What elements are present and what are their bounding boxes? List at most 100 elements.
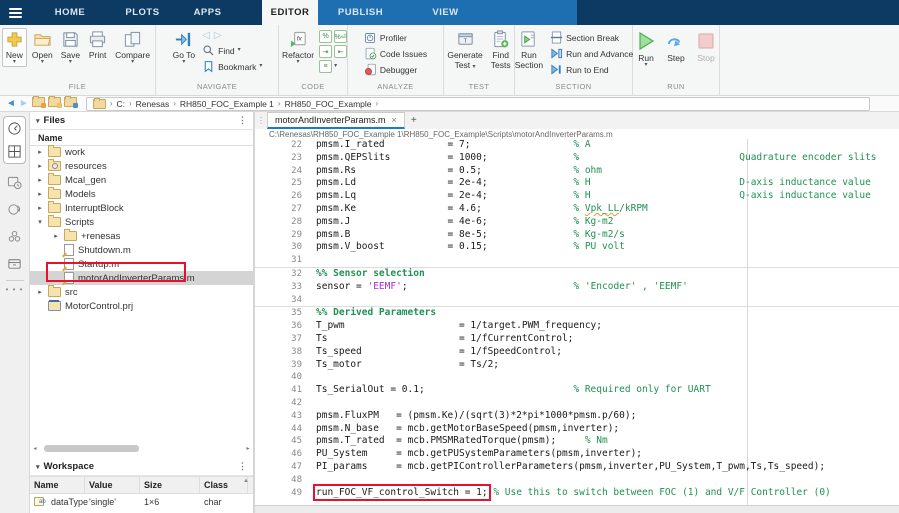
tree-item-Startup.m[interactable]: Startup.m bbox=[30, 257, 253, 271]
folder-up-icon[interactable] bbox=[48, 97, 61, 111]
code-line-48[interactable]: 48 bbox=[255, 474, 899, 487]
folder-cloud-icon[interactable] bbox=[64, 97, 77, 111]
workspace-scroll-up-icon[interactable]: ▲ bbox=[243, 478, 249, 484]
code-line-30[interactable]: 30pmsm.V_boost = 0.15; % PU volt bbox=[255, 241, 899, 254]
collapse-icon[interactable]: ▾ bbox=[36, 463, 40, 471]
expander-icon[interactable]: ▸ bbox=[36, 190, 44, 198]
generate-test-button[interactable]: T Generate Test ▾ bbox=[444, 28, 485, 72]
code-line-22[interactable]: 22pmsm.I_rated = 7; % A bbox=[255, 139, 899, 152]
code-line-40[interactable]: 40 bbox=[255, 371, 899, 384]
run-and-advance-button[interactable]: Run and Advance bbox=[548, 46, 635, 61]
code-line-39[interactable]: 39Ts_motor = Ts/2; bbox=[255, 359, 899, 372]
col-name[interactable]: Name bbox=[30, 477, 85, 493]
expander-icon[interactable]: ▸ bbox=[36, 162, 44, 170]
files-panel-header[interactable]: ▾ Files ⋮ bbox=[30, 112, 253, 130]
code-line-31[interactable]: 31 bbox=[255, 254, 899, 267]
col-value[interactable]: Value bbox=[85, 477, 140, 493]
code-line-45[interactable]: 45pmsm.T_rated = mcb.PMSMRatedTorque(pms… bbox=[255, 435, 899, 448]
tab-editor[interactable]: EDITOR bbox=[262, 0, 318, 25]
print-button[interactable]: Print bbox=[85, 28, 110, 62]
code-line-28[interactable]: 28pmsm.J = 4e-6; % Kg-m2 bbox=[255, 216, 899, 229]
new-tab-button[interactable]: + bbox=[405, 112, 423, 129]
comment-icon[interactable]: % bbox=[319, 30, 332, 43]
expander-icon[interactable]: ▸ bbox=[36, 288, 44, 296]
section-break-button[interactable]: Section Break bbox=[548, 30, 635, 45]
expander-icon[interactable]: ▸ bbox=[36, 204, 44, 212]
tree-item-Scripts[interactable]: ▾Scripts bbox=[30, 215, 253, 229]
preview-panel-icon[interactable] bbox=[6, 120, 23, 137]
open-button[interactable]: Open▾ bbox=[29, 28, 56, 67]
code-line-37[interactable]: 37Ts = 1/fCurrentControl; bbox=[255, 333, 899, 346]
menu-icon[interactable] bbox=[0, 0, 30, 25]
code-issues-button[interactable]: Code Issues bbox=[362, 46, 429, 61]
hscroll-thumb[interactable] bbox=[44, 445, 139, 452]
expander-icon[interactable]: ▸ bbox=[52, 232, 60, 240]
archive-panel-icon[interactable] bbox=[6, 255, 23, 272]
bookmark-button[interactable]: Bookmark▾ bbox=[200, 59, 264, 74]
code-line-27[interactable]: 27pmsm.Ke = 4.6; % Vpk_LL/kRPM bbox=[255, 203, 899, 216]
profiler-button[interactable]: Profiler bbox=[362, 30, 429, 45]
indent-left-icon[interactable]: ⇤ bbox=[334, 45, 347, 58]
breadcrumb-item-drive[interactable]: C: bbox=[116, 99, 125, 109]
code-line-32[interactable]: 32%% Sensor selection bbox=[255, 267, 899, 281]
debugger-button[interactable]: Debugger bbox=[362, 62, 429, 77]
breadcrumb-item-renesas[interactable]: Renesas bbox=[136, 99, 170, 109]
editor-hscrollbar[interactable] bbox=[255, 505, 899, 513]
code-line-36[interactable]: 36T_pwm = 1/target.PWM_frequency; bbox=[255, 320, 899, 333]
code-line-23[interactable]: 23pmsm.QEPSlits = 1000; % Quadrature enc… bbox=[255, 152, 899, 165]
code-tools-caret-icon[interactable]: ▾ bbox=[334, 64, 337, 69]
back-icon[interactable]: ◄ bbox=[6, 98, 16, 110]
layout-grid-panel-icon[interactable] bbox=[6, 143, 23, 160]
tree-item-Mcal_gen[interactable]: ▸Mcal_gen bbox=[30, 173, 253, 187]
hscroll-right-icon[interactable]: ▸ bbox=[243, 445, 253, 452]
breadcrumb[interactable]: › C: › Renesas › RH850_FOC_Example 1 › R… bbox=[86, 97, 870, 111]
history-panel-icon[interactable] bbox=[6, 174, 23, 191]
smart-indent-icon[interactable]: ≡ bbox=[319, 60, 332, 73]
pane-handle-icon[interactable]: ⋮ bbox=[255, 112, 267, 129]
editor-tab[interactable]: motorAndInverterParams.m × bbox=[267, 112, 405, 129]
breadcrumb-item-example1[interactable]: RH850_FOC_Example 1 bbox=[180, 99, 274, 109]
code-line-44[interactable]: 44pmsm.N_base = mcb.getMotorBaseSpeed(pm… bbox=[255, 423, 899, 436]
code-line-42[interactable]: 42 bbox=[255, 397, 899, 410]
tree-item-MotorControl.prj[interactable]: MotorControl.prj bbox=[30, 299, 253, 313]
code-line-33[interactable]: 33sensor = 'EEMF'; % 'Encoder' , 'EEMF' bbox=[255, 281, 899, 294]
col-class[interactable]: Class bbox=[200, 477, 248, 493]
code-line-43[interactable]: 43pmsm.FluxPM = (pmsm.Ke)/(sqrt(3)*2*pi*… bbox=[255, 410, 899, 423]
variables-panel-icon[interactable] bbox=[6, 201, 23, 218]
tree-item-+renesas[interactable]: ▸+renesas bbox=[30, 229, 253, 243]
code-line-26[interactable]: 26pmsm.Lq = 2e-4; % H Q-axis inductance … bbox=[255, 190, 899, 203]
goto-button[interactable]: Go To▾ bbox=[170, 28, 199, 67]
workspace-header[interactable]: ▾ Workspace ⋮ bbox=[30, 458, 253, 476]
forward-ghost-icon[interactable]: ▷ bbox=[214, 31, 222, 41]
workspace-row-dataType[interactable]: abdataType'single'1×6char bbox=[30, 494, 253, 509]
col-size[interactable]: Size bbox=[140, 477, 200, 493]
code-line-38[interactable]: 38Ts_speed = 1/fSpeedControl; bbox=[255, 346, 899, 359]
run-button[interactable]: Run▾ bbox=[632, 28, 660, 70]
tree-item-InterruptBlock[interactable]: ▸InterruptBlock bbox=[30, 201, 253, 215]
stop-button[interactable]: Stop bbox=[692, 28, 720, 65]
forward-icon[interactable]: ► bbox=[19, 98, 29, 110]
breadcrumb-item-example[interactable]: RH850_FOC_Example bbox=[285, 99, 372, 109]
collapse-icon[interactable]: ▾ bbox=[36, 117, 40, 125]
code-line-46[interactable]: 46PU_System = mcb.getPUSystemParameters(… bbox=[255, 448, 899, 461]
tree-item-Shutdown.m[interactable]: Shutdown.m bbox=[30, 243, 253, 257]
new-folder-icon[interactable] bbox=[32, 97, 45, 111]
code-line-25[interactable]: 25pmsm.Ld = 2e-4; % H D-axis inductance … bbox=[255, 177, 899, 190]
tab-view[interactable]: VIEW bbox=[403, 0, 488, 25]
tree-item-motorAndInverterParams.m[interactable]: motorAndInverterParams.m bbox=[30, 271, 253, 285]
code-line-41[interactable]: 41Ts_SerialOut = 0.1; % Required only fo… bbox=[255, 384, 899, 397]
step-button[interactable]: Step bbox=[662, 28, 690, 65]
save-button[interactable]: Save▾ bbox=[58, 28, 83, 67]
code-line-29[interactable]: 29pmsm.B = 8e-5; % Kg-m2/s bbox=[255, 229, 899, 242]
files-kebab-icon[interactable]: ⋮ bbox=[238, 115, 247, 126]
refactor-button[interactable]: fx Refactor▾ bbox=[279, 28, 317, 67]
expander-icon[interactable]: ▸ bbox=[36, 176, 44, 184]
find-button[interactable]: Find▾ bbox=[200, 43, 264, 58]
tab-home[interactable]: HOME bbox=[30, 0, 110, 25]
tab-apps[interactable]: APPS bbox=[175, 0, 240, 25]
run-section-button[interactable]: Run Section bbox=[512, 28, 546, 72]
find-tests-button[interactable]: Find Tests bbox=[488, 28, 514, 72]
indent-right-icon[interactable]: ⇥ bbox=[319, 45, 332, 58]
compare-button[interactable]: Compare▾ bbox=[112, 28, 153, 67]
code-line-49[interactable]: 49run_FOC_VF_control_Switch = 1; % Use t… bbox=[255, 487, 899, 500]
